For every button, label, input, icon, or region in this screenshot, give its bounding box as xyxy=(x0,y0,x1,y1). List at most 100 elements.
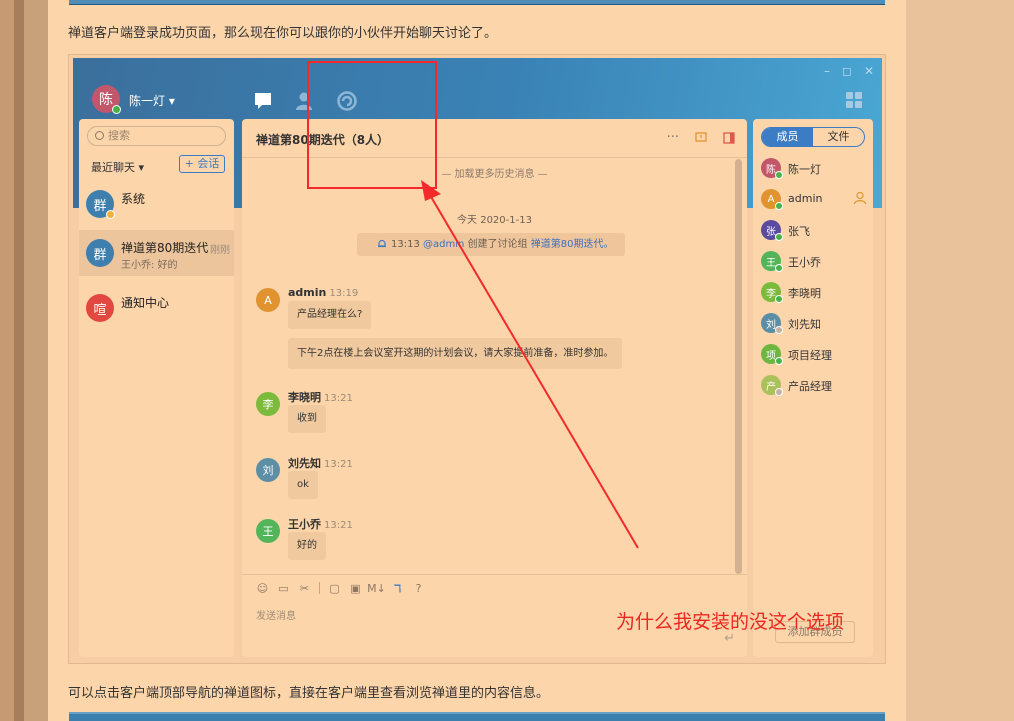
conversation-item-system[interactable]: 群 系统 xyxy=(79,181,234,227)
message-bubble: ok xyxy=(288,471,318,499)
previous-screenshot-edge xyxy=(69,0,885,5)
date-separator: 今天 2020-1-13 xyxy=(457,215,532,226)
conversation-time: 刚刚 xyxy=(210,245,230,256)
avatar-initial: 群 xyxy=(93,247,107,263)
online-status-dot xyxy=(775,326,783,334)
member-avatar: 张 xyxy=(761,220,783,241)
member-item[interactable]: 王王小乔 xyxy=(759,250,869,272)
maximize-icon[interactable]: ◻ xyxy=(842,64,852,78)
member-item[interactable]: 陈陈一灯 xyxy=(759,157,869,179)
members-panel: 成员 文件 陈陈一灯 Aadmin 张张飞王王小乔李李晓明刘刘先知项项目经理产产品经… xyxy=(753,119,873,657)
sender-name: 王小乔 xyxy=(288,518,321,531)
online-status-dot xyxy=(775,264,783,272)
message-time: 13:19 xyxy=(329,288,359,299)
message-time: 13:21 xyxy=(324,459,353,470)
new-conversation-button[interactable]: + 会话 xyxy=(179,155,225,173)
chat-nav-icon[interactable] xyxy=(253,91,273,111)
emoji-icon[interactable]: ☺ xyxy=(256,582,269,595)
chat-panel: 禅道第80期迭代（8人） ··· — 加载更多历史消息 — 今天 2020-1-… xyxy=(242,119,747,657)
conversation-name: 系统 xyxy=(121,192,146,206)
client-screenshot: – ◻ ✕ 陈 陈一灯 ▾ 搜索 最近聊天 ▾ + 会话 群 系统 群 禅道第8… xyxy=(68,54,886,664)
message-avatar[interactable]: 李 xyxy=(256,392,280,416)
conversation-name: 禅道第80期迭代 xyxy=(121,241,209,255)
online-status-dot xyxy=(112,105,121,114)
font-size-icon[interactable]: ℸ xyxy=(391,582,404,595)
search-input[interactable]: 搜索 xyxy=(87,126,226,146)
page-margin-inner xyxy=(24,0,48,721)
member-name: 项目经理 xyxy=(788,349,832,362)
conversation-item-iteration[interactable]: 群 禅道第80期迭代 刚刚 王小乔: 好的 xyxy=(79,230,234,276)
conversation-avatar: 群 xyxy=(86,190,115,219)
recent-chats-dropdown[interactable]: 最近聊天 ▾ xyxy=(91,159,144,175)
next-screenshot-edge xyxy=(69,712,885,721)
composer-toolbar: ☺ ▭ ✂ ▢ ▣ M↓ ℸ ? xyxy=(256,582,425,595)
page-margin-left xyxy=(0,0,14,721)
notice-mention[interactable]: @admin xyxy=(423,239,464,250)
search-icon xyxy=(95,131,104,140)
current-user-name[interactable]: 陈一灯 ▾ xyxy=(129,92,175,109)
member-name: admin xyxy=(788,192,823,205)
notice-group-link[interactable]: 禅道第80期迭代。 xyxy=(531,239,614,250)
divider xyxy=(242,574,747,575)
tab-files[interactable]: 文件 xyxy=(813,128,864,146)
bell-icon xyxy=(378,239,386,248)
conversation-item-notifications[interactable]: 喧 通知中心 xyxy=(79,285,234,331)
status-dot xyxy=(106,210,115,219)
help-icon[interactable]: ? xyxy=(412,582,425,595)
member-name: 王小乔 xyxy=(788,256,821,269)
members-files-tabs: 成员 文件 xyxy=(761,127,865,147)
member-name: 李晓明 xyxy=(788,287,821,300)
scissors-icon[interactable]: ✂ xyxy=(298,582,311,595)
annotation-highlight-box xyxy=(307,61,437,189)
code-icon[interactable]: ▣ xyxy=(349,582,362,595)
close-icon[interactable]: ✕ xyxy=(864,64,874,78)
message-sender: 王小乔 13:21 xyxy=(288,516,353,532)
online-status-dot xyxy=(775,295,783,303)
message-avatar[interactable]: 刘 xyxy=(256,458,280,482)
markdown-icon[interactable]: M↓ xyxy=(367,582,386,595)
member-item[interactable]: 刘刘先知 xyxy=(759,312,869,334)
notice-time: 13:13 xyxy=(391,239,420,250)
member-item[interactable]: 张张飞 xyxy=(759,219,869,241)
annotation-question: 为什么我安装的没这个选项 xyxy=(616,611,845,633)
conversation-avatar: 群 xyxy=(86,239,114,267)
sender-name: admin xyxy=(288,286,327,299)
member-item[interactable]: 项项目经理 xyxy=(759,343,869,365)
message-sender: admin 13:19 xyxy=(288,286,358,299)
member-avatar: 陈 xyxy=(761,158,783,179)
article-paragraph-outro: 可以点击客户端顶部导航的禅道图标，直接在客户端里查看浏览禅道里的内容信息。 xyxy=(68,686,550,701)
member-avatar: 产 xyxy=(761,375,783,396)
message-avatar[interactable]: A xyxy=(256,288,280,312)
member-name: 陈一灯 xyxy=(788,163,821,176)
tab-members[interactable]: 成员 xyxy=(762,128,813,146)
current-user-avatar[interactable]: 陈 xyxy=(92,85,121,114)
message-bubble: 好的 xyxy=(288,532,326,560)
member-name: 刘先知 xyxy=(788,318,821,331)
member-avatar: 李 xyxy=(761,282,783,303)
notice-action: 创建了讨论组 xyxy=(467,239,528,250)
member-item[interactable]: Aadmin xyxy=(759,188,869,210)
conversation-last-message: 王小乔: 好的 xyxy=(121,260,178,271)
toolbar-separator xyxy=(319,582,320,594)
message-bubble: 收到 xyxy=(288,405,326,433)
sidebar-toggle-icon[interactable] xyxy=(723,131,735,144)
search-placeholder: 搜索 xyxy=(108,129,130,142)
chat-scrollbar[interactable] xyxy=(735,159,742,574)
more-icon[interactable]: ··· xyxy=(667,130,679,145)
member-item[interactable]: 产产品经理 xyxy=(759,374,869,396)
message-avatar[interactable]: 王 xyxy=(256,519,280,543)
conversation-list-panel: 搜索 最近聊天 ▾ + 会话 群 系统 群 禅道第80期迭代 刚刚 王小乔: 好… xyxy=(79,119,234,657)
minimize-icon[interactable]: – xyxy=(824,64,830,78)
chat-actions: ··· xyxy=(667,130,735,145)
member-item[interactable]: 李李晓明 xyxy=(759,281,869,303)
folder-icon[interactable]: ▢ xyxy=(328,582,341,595)
apps-grid-icon[interactable] xyxy=(846,92,862,108)
page-margin-right xyxy=(906,0,1014,721)
member-avatar: 王 xyxy=(761,251,783,272)
conversation-name: 通知中心 xyxy=(121,296,170,310)
message-bubble: 产品经理在么? xyxy=(288,301,372,329)
notice-icon[interactable] xyxy=(695,131,707,144)
image-icon[interactable]: ▭ xyxy=(277,582,290,595)
message-input[interactable]: 发送消息 xyxy=(256,607,296,622)
message-time: 13:21 xyxy=(324,393,353,404)
